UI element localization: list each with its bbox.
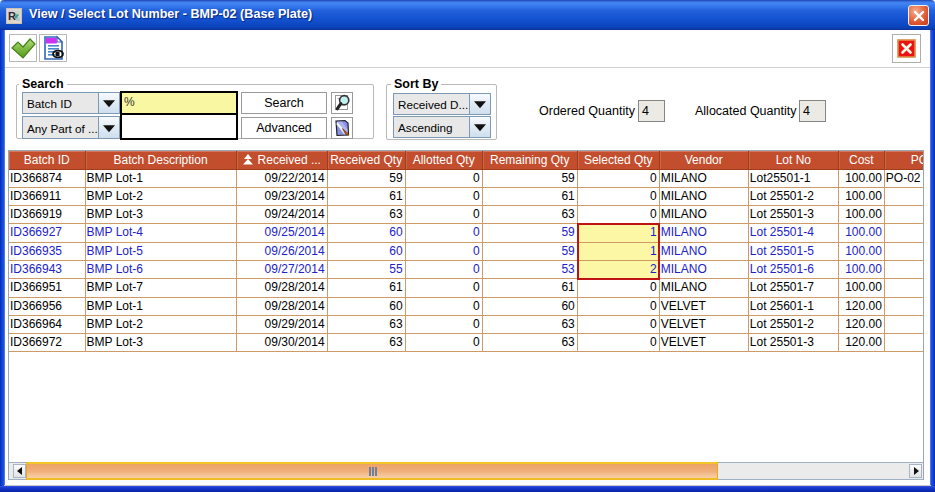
svg-text:R: R [8, 10, 16, 22]
